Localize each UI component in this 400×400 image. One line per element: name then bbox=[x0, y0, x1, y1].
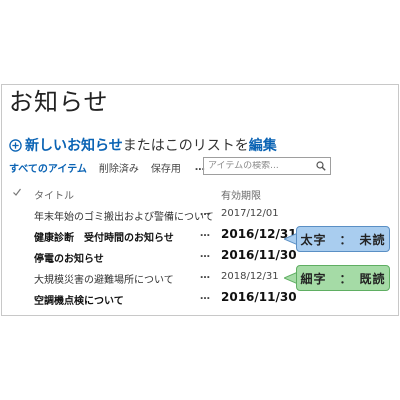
search-box[interactable] bbox=[203, 157, 331, 175]
callout-thin-box: 細字 ： 既読 bbox=[296, 265, 390, 291]
edit-list-link[interactable]: 編集 bbox=[249, 135, 277, 155]
column-header-title[interactable]: タイトル bbox=[34, 187, 74, 202]
row-title[interactable]: 年末年始のゴミ搬出および警備について bbox=[34, 208, 214, 223]
row-title[interactable]: 大規模災害の避難場所について bbox=[34, 271, 174, 286]
row-expiry: 2017/12/01 bbox=[221, 208, 279, 219]
plus-circle-icon[interactable] bbox=[9, 138, 22, 152]
view-deleted[interactable]: 削除済み bbox=[99, 160, 139, 175]
row-menu-button[interactable]: … bbox=[200, 207, 211, 218]
row-expiry: 2018/12/31 bbox=[221, 271, 279, 282]
search-icon[interactable] bbox=[316, 161, 326, 171]
row-expiry: 2016/11/30 bbox=[221, 248, 297, 262]
row-menu-button[interactable]: … bbox=[200, 228, 211, 239]
new-item-bar: 新しいお知らせ またはこのリストを 編集 bbox=[9, 135, 277, 155]
table-row[interactable]: 空調機点検について … 2016/11/30 bbox=[0, 290, 400, 310]
table-row[interactable]: 年末年始のゴミ搬出および警備について … 2017/12/01 bbox=[0, 207, 400, 226]
view-archive[interactable]: 保存用 bbox=[151, 160, 181, 175]
view-all-items[interactable]: すべてのアイテム bbox=[9, 160, 87, 175]
row-title[interactable]: 停電のお知らせ bbox=[34, 250, 104, 265]
callout-bold-unread: 太字 ： 未読 bbox=[284, 226, 390, 252]
column-header-expiry[interactable]: 有効期限 bbox=[221, 187, 261, 202]
row-menu-button[interactable]: … bbox=[200, 291, 211, 302]
row-menu-button[interactable]: … bbox=[200, 270, 211, 281]
row-menu-button[interactable]: … bbox=[200, 249, 211, 260]
page-title: お知らせ bbox=[9, 88, 109, 116]
select-all-check-icon[interactable] bbox=[12, 187, 22, 197]
row-title[interactable]: 空調機点検について bbox=[34, 292, 124, 307]
view-tabs: すべてのアイテム 削除済み 保存用 … bbox=[9, 160, 206, 175]
callout-thin-read: 細字 ： 既読 bbox=[284, 265, 390, 291]
new-item-middle-text: またはこのリストを bbox=[122, 138, 249, 154]
callout-bold-box: 太字 ： 未読 bbox=[296, 226, 390, 252]
row-expiry: 2016/11/30 bbox=[221, 290, 297, 304]
search-input[interactable] bbox=[208, 161, 312, 171]
row-title[interactable]: 健康診断 受付時間のお知らせ bbox=[34, 229, 174, 244]
new-announcement-link[interactable]: 新しいお知らせ bbox=[25, 135, 123, 155]
